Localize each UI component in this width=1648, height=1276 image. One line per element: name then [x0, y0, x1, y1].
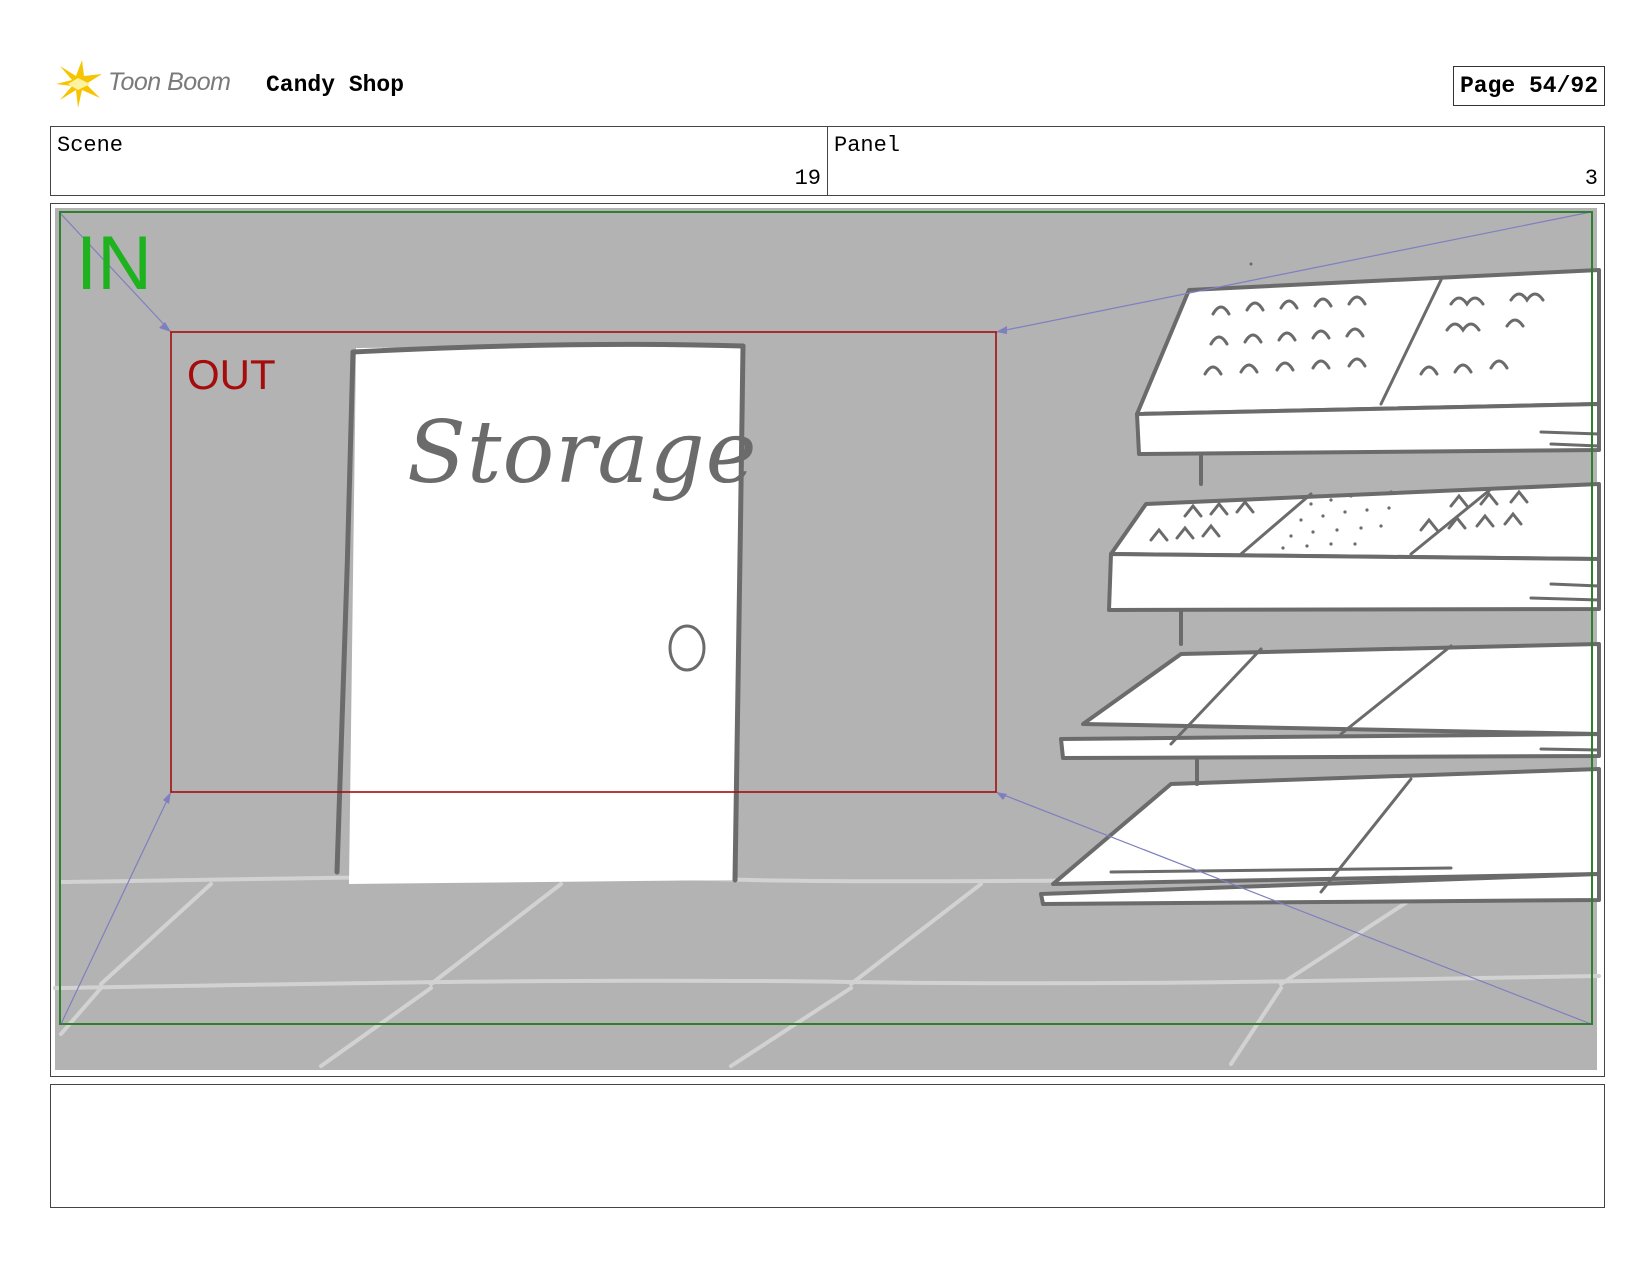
scene-panel-info: Scene 19 Panel 3 [50, 126, 1605, 196]
toon-boom-logo: Toon Boom [50, 56, 250, 112]
scene-cell: Scene 19 [51, 127, 828, 195]
panel-notes[interactable] [50, 1084, 1605, 1208]
starburst-icon [56, 60, 102, 108]
out-frame-label: OUT [187, 351, 276, 398]
panel-label: Panel [834, 133, 901, 158]
panel-sketch [53, 208, 1601, 1070]
door-sign: Storage [407, 403, 758, 503]
page-indicator: Page 54/92 [1452, 66, 1605, 106]
storyboard-panel-frame: IN OUT Storage [50, 203, 1605, 1077]
scene-number: 19 [794, 166, 821, 191]
in-frame-label: IN [76, 221, 152, 306]
scene-label: Scene [57, 133, 124, 158]
panel-cell: Panel 3 [828, 127, 1604, 195]
page-header: Toon Boom Candy Shop Page 54/92 [50, 56, 1605, 112]
project-title: Candy Shop [266, 72, 405, 98]
panel-number: 3 [1584, 166, 1598, 191]
logo-wordmark: Toon Boom [108, 68, 231, 96]
